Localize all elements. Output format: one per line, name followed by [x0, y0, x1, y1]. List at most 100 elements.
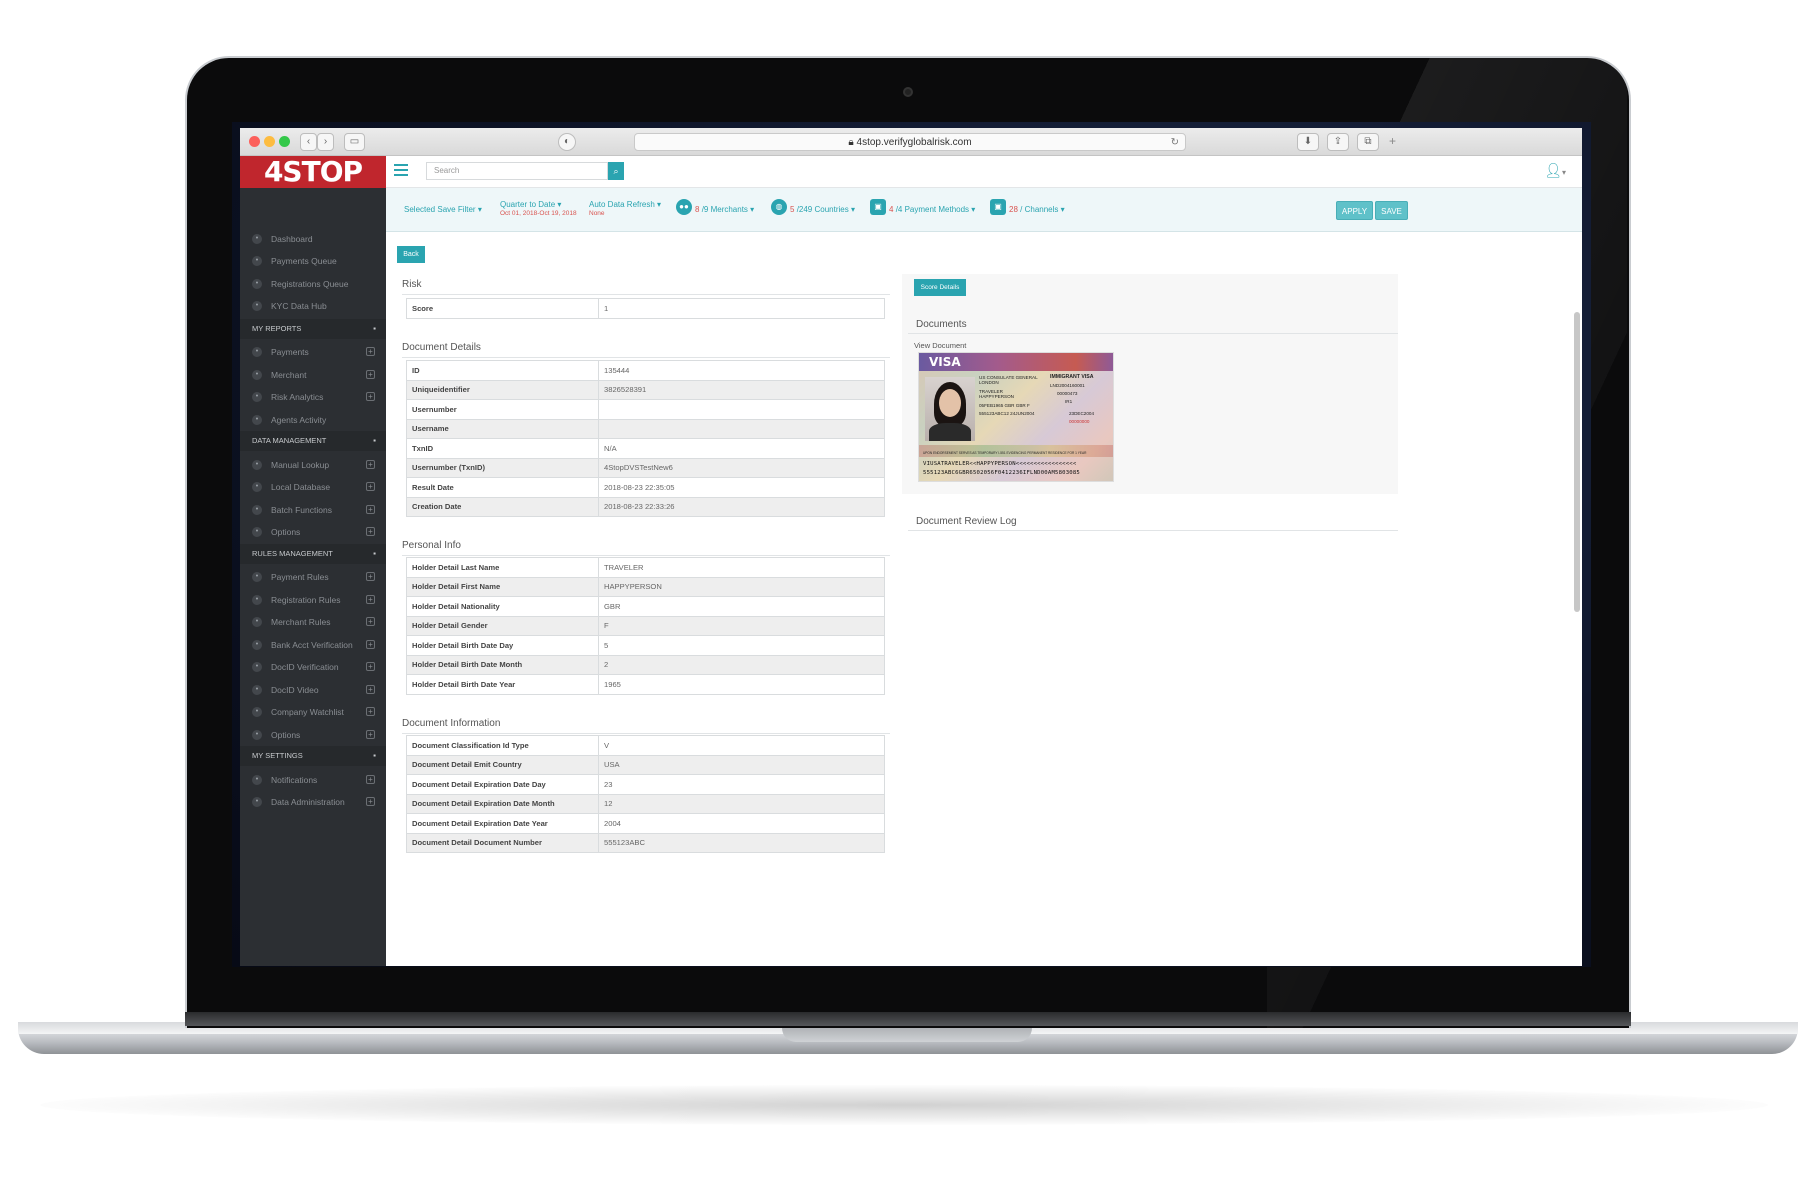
expand-icon[interactable]: + — [366, 617, 375, 627]
field-value: V — [598, 735, 885, 756]
bar-chart-icon: ▪ — [373, 323, 376, 333]
payment-methods-icon: ▣ — [870, 199, 886, 215]
sidebar-item-docid-video[interactable]: • DocID Video + — [240, 679, 386, 701]
expand-icon[interactable]: + — [366, 504, 375, 514]
sidebar-item-local-database[interactable]: • Local Database + — [240, 476, 386, 498]
refresh-label: Auto Data Refresh — [589, 200, 655, 209]
expand-icon[interactable]: + — [366, 594, 375, 604]
sidebar-item-merchant-rules[interactable]: • Merchant Rules + — [240, 611, 386, 633]
field-value: 12 — [598, 793, 885, 814]
channels-count: 28 — [1009, 205, 1018, 214]
sidebar-item-registration-rules[interactable]: • Registration Rules + — [240, 589, 386, 611]
visa-city: LONDON — [979, 380, 999, 386]
field-value: 1965 — [598, 674, 885, 695]
bank-acct-verification-icon: • — [252, 639, 262, 650]
expand-icon[interactable]: + — [366, 459, 375, 469]
logo[interactable]: 4STOP — [240, 156, 386, 188]
sidebar-item-manual-lookup[interactable]: • Manual Lookup + — [240, 454, 386, 476]
documents-title: Documents — [916, 319, 967, 330]
sidebar-item-notifications[interactable]: • Notifications + — [240, 769, 386, 791]
expand-icon[interactable]: + — [366, 347, 375, 357]
sidebar-item-dashboard[interactable]: • Dashboard — [240, 228, 386, 250]
minimize-window-button[interactable] — [264, 136, 275, 147]
forward-arrow-icon[interactable]: › — [317, 133, 334, 151]
reload-icon[interactable]: ↻ — [1171, 134, 1179, 151]
channels-dropdown[interactable]: 28 / Channels ▾ — [1009, 205, 1065, 214]
search-icon[interactable]: ⌕ — [608, 162, 624, 180]
zoom-window-button[interactable] — [279, 136, 290, 147]
sidebar-item-label: Agents Activity — [271, 414, 327, 425]
sidebar-item-risk-analytics[interactable]: • Risk Analytics + — [240, 386, 386, 408]
vertical-scrollbar[interactable] — [1574, 312, 1580, 612]
expand-icon[interactable]: + — [366, 482, 375, 492]
score-details-button[interactable]: Score Details — [914, 279, 966, 296]
merchants-dropdown[interactable]: 8 /9 Merchants ▾ — [695, 205, 754, 214]
address-bar[interactable]: 🔒︎ 4stop.verifyglobalrisk.com ↻ — [634, 133, 1186, 151]
sidebar-section-title: MY REPORTS — [252, 323, 302, 333]
expand-icon[interactable]: + — [366, 707, 375, 717]
table-row: Holder Detail First Name HAPPYPERSON — [406, 576, 885, 597]
tabs-overview-icon[interactable]: ⧉ — [1357, 133, 1379, 151]
visa-passport: 555123ABC12 24JUN2004 — [979, 411, 1034, 416]
expand-icon[interactable]: + — [366, 662, 375, 672]
new-tab-icon[interactable]: + — [1389, 134, 1396, 148]
user-menu-icon[interactable]: 👤︎▾ — [1544, 162, 1566, 179]
field-value: 2004 — [598, 813, 885, 834]
expand-icon[interactable]: + — [366, 369, 375, 379]
visa-birth: 05FEB1965 GBR GBR F — [979, 403, 1030, 408]
period-dropdown[interactable]: Quarter to Date ▾ Oct 01, 2018-Oct 19, 20… — [500, 200, 577, 217]
share-icon[interactable]: ⇪ — [1327, 133, 1349, 151]
sidebar-item-bank-acct-verification[interactable]: • Bank Acct Verification + — [240, 634, 386, 656]
sidebar-item-kyc-data-hub[interactable]: • KYC Data Hub — [240, 295, 386, 317]
visa-passport-number: 555123ABC12 — [979, 411, 1009, 416]
apply-button[interactable]: APPLY — [1336, 201, 1373, 220]
period-range: Oct 01, 2018-Oct 19, 2018 — [500, 210, 577, 217]
sidebar-item-options[interactable]: • Options + — [240, 724, 386, 746]
back-button[interactable]: Back — [397, 246, 425, 263]
visa-number: 00000473 — [1057, 391, 1078, 396]
menu-toggle-icon[interactable] — [394, 164, 408, 178]
expand-icon[interactable]: + — [366, 527, 375, 537]
sidebar-item-company-watchlist[interactable]: • Company Watchlist + — [240, 701, 386, 723]
sidebar-item-data-administration[interactable]: • Data Administration + — [240, 791, 386, 813]
merchant-icon: • — [252, 369, 262, 380]
saved-filter-dropdown[interactable]: Selected Save Filter ▾ — [400, 205, 486, 214]
download-icon[interactable]: ⬇︎ — [1297, 133, 1319, 151]
field-value: 135444 — [598, 360, 885, 381]
expand-icon[interactable]: + — [366, 639, 375, 649]
sidebar-item-label: Data Administration — [271, 797, 345, 808]
expand-icon[interactable]: + — [366, 797, 375, 807]
expand-icon[interactable]: + — [366, 729, 375, 739]
visa-document-image[interactable]: VISA US CONSULATE GENERAL LONDON TRAVELER… — [918, 352, 1114, 482]
sidebar-item-options[interactable]: • Options + — [240, 521, 386, 543]
sidebar-item-payment-rules[interactable]: • Payment Rules + — [240, 566, 386, 588]
save-button[interactable]: SAVE — [1375, 201, 1408, 220]
sidebar-item-merchant[interactable]: • Merchant + — [240, 364, 386, 386]
field-value: 2018-08-23 22:33:26 — [598, 496, 885, 517]
countries-count: 5 — [790, 205, 795, 214]
sidebar-item-registrations-queue[interactable]: • Registrations Queue — [240, 273, 386, 295]
refresh-dropdown[interactable]: Auto Data Refresh ▾ None — [589, 200, 661, 217]
users-icon: • — [252, 278, 262, 289]
privacy-icon[interactable]: ◐ — [558, 133, 576, 151]
expand-icon[interactable]: + — [366, 684, 375, 694]
sidebar-item-payments-queue[interactable]: • Payments Queue — [240, 250, 386, 272]
sidebar-item-label: Payments — [271, 347, 309, 358]
sidebar-item-agents-activity[interactable]: • Agents Activity — [240, 409, 386, 431]
field-value: 1 — [598, 298, 885, 319]
expand-icon[interactable]: + — [366, 572, 375, 582]
close-window-button[interactable] — [249, 136, 260, 147]
dashboard-icon: • — [252, 234, 262, 244]
expand-icon[interactable]: + — [366, 392, 375, 402]
sidebar-item-batch-functions[interactable]: • Batch Functions + — [240, 499, 386, 521]
search-input[interactable]: Search — [426, 162, 608, 180]
back-arrow-icon[interactable]: ‹ — [300, 133, 317, 151]
table-row: Document Classification Id Type V — [406, 735, 885, 756]
sidebar-toggle-icon[interactable]: ▭ — [344, 133, 365, 151]
sidebar-item-docid-verification[interactable]: • DocID Verification + — [240, 656, 386, 678]
expand-icon[interactable]: + — [366, 774, 375, 784]
sidebar-item-payments[interactable]: • Payments + — [240, 341, 386, 363]
countries-dropdown[interactable]: 5 /249 Countries ▾ — [790, 205, 855, 214]
payment-methods-dropdown[interactable]: 4 /4 Payment Methods ▾ — [889, 205, 975, 214]
top-bar: Search ⌕ 👤︎▾ — [386, 156, 1582, 188]
